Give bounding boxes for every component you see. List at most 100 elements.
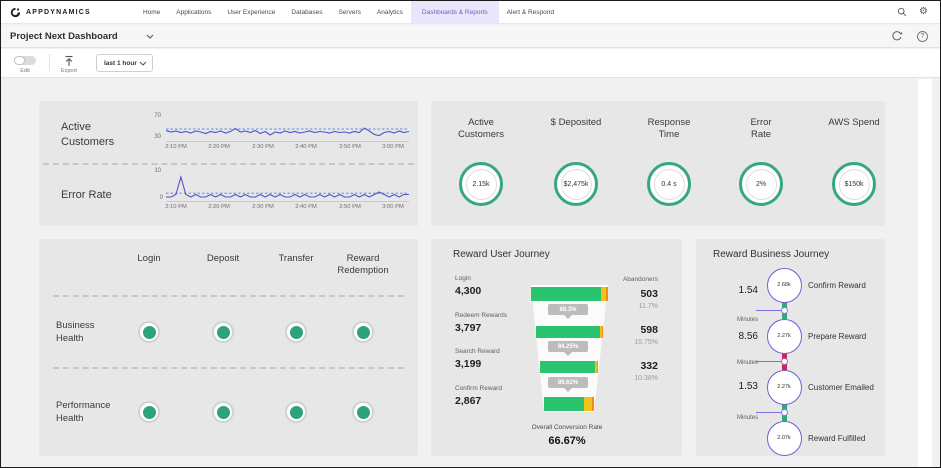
x-tick: 2:50 PM [339,204,361,210]
status-dot-performance-reward [352,401,374,423]
x-tick: 2:10 PM [165,204,187,210]
scrollbar[interactable] [918,79,932,467]
transition-time: 8.56 [738,331,758,342]
edit-toggle-knob[interactable] [14,56,25,65]
funnel-stage-value: 4,300 [455,285,482,297]
flow-step-value: 2.68k [777,282,791,288]
primary-nav: Home Applications User Experience Databa… [135,1,562,23]
matrix-column-login: Login [137,253,161,264]
active-customers-chart-label: Active Customers [61,121,115,148]
funnel-bar [544,397,594,411]
nav-item-databases[interactable]: Databases [283,1,330,23]
appdynamics-logo[interactable]: APPDYNAMICS [10,7,91,18]
nav-item-applications[interactable]: Applications [168,1,219,23]
nav-item-analytics[interactable]: Analytics [369,1,411,23]
reward-user-journey-panel: Reward User Journey Login 4,300 Redeem R… [431,239,682,456]
funnel-stage-label: Confirm Reward [455,385,502,392]
flow-step-circle: 2.07k [766,420,802,456]
abandoners-percent: 11.7% [638,303,658,310]
error-rate-chart-label: Error Rate [61,189,112,201]
kpi-gauge-ring: 0.4 s [647,162,691,206]
navbar-right-icons: ⚙ [897,7,928,17]
kpi-error-rate: Error Rate 2% [716,101,806,226]
edit-toggle-label: Edit [20,68,30,74]
x-tick: 2:20 PM [208,144,230,150]
matrix-divider [53,367,404,369]
x-axis-ticks: 2:10 PM 2:20 PM 2:30 PM 2:40 PM 2:50 PM … [165,204,409,212]
flow-tick-line [756,310,782,311]
dashboard-title: Project Next Dashboard [10,30,118,42]
matrix-row-performance-health: Performance Health [56,400,111,424]
edit-toggle[interactable] [14,56,36,65]
dashboard-toolbar: Edit Export last 1 hour [1,49,940,78]
transition-time: 1.53 [738,381,758,392]
flow-step-label: Prepare Reward [808,332,867,341]
time-range-value: last 1 hour [104,59,137,67]
refresh-icon[interactable] [891,30,903,42]
overall-conversion-label: Overall Conversion Rate [531,424,603,431]
reward-business-journey-panel: Reward Business Journey 2.68k 2.27k 2.27… [696,239,885,456]
kpi-response-time: Response Time 0.4 s [624,101,714,226]
dashboard-title-chevron-down-icon[interactable] [146,34,154,39]
abandoners-count: 503 [640,288,658,300]
gear-icon[interactable]: ⚙ [919,7,928,17]
active-customers-sparkline-chart [166,127,409,137]
toolbar-divider [49,54,50,71]
funnel-stage-value: 3,797 [455,322,482,334]
x-tick: 2:10 PM [165,144,187,150]
time-range-select[interactable]: last 1 hour [96,54,153,72]
flow-midpoint-node [780,307,788,314]
nav-item-home[interactable]: Home [135,1,168,23]
flow-step-value: 2.07k [777,435,791,441]
kpi-gauge-ring: $150k [832,162,876,206]
flow-step-value: 2.27k [777,384,791,390]
kpi-inner-ring: 2% [745,168,777,200]
y-axis-min-tick: 0 [159,195,163,201]
kpi-active-customers: Active Customers 2.15k [436,101,526,226]
kpi-inner-ring: $2,475k [560,168,592,200]
flow-midpoint-node [780,358,788,365]
abandoners-count: 332 [640,360,658,372]
help-icon[interactable]: ? [917,30,928,42]
kpi-value: 0.4 s [661,180,677,188]
abandoners-header: Abandoners [622,276,658,283]
x-tick: 2:40 PM [295,204,317,210]
error-rate-sparkline-chart [166,174,409,198]
x-tick: 2:20 PM [208,204,230,210]
conversion-badge: 88.3% [548,304,588,315]
flow-step-circle: 2.68k [766,267,802,303]
dashboard-title-bar: Project Next Dashboard ? [1,25,940,48]
kpi-value: $150k [844,180,864,188]
kpi-label: Error Rate [750,117,772,141]
abandoners-count: 598 [640,324,658,336]
x-tick: 2:30 PM [252,204,274,210]
kpi-value: $2,475k [563,180,589,188]
funnel-stage-label: Login [455,275,471,282]
abandoners-percent: 10.38% [634,375,658,382]
nav-item-servers[interactable]: Servers [330,1,368,23]
trend-charts-panel: Active Customers 70 30 2:10 PM 2:20 PM 2… [39,101,418,226]
panel-divider [43,163,414,165]
nav-item-user-experience[interactable]: User Experience [219,1,283,23]
export-button[interactable] [63,55,75,67]
flow-step-label: Confirm Reward [808,281,866,290]
kpi-value: 2% [755,180,767,188]
status-dot-performance-transfer [285,401,307,423]
status-dot-business-transfer [285,321,307,343]
nav-item-dashboards-reports[interactable]: Dashboards & Reports [410,1,499,23]
kpi-aws-spend: AWS Spend $150k [809,101,885,226]
search-icon[interactable] [897,7,907,17]
flow-tick-line [756,361,782,362]
transition-unit: Minutes [736,317,758,323]
kpi-gauge-ring: $2,475k [554,162,598,206]
transition-time: 1.54 [738,285,758,296]
funnel-stage-label: Search Reward [455,348,500,355]
kpi-label: Active Customers [458,117,504,141]
export-button-label: Export [61,68,77,74]
x-tick: 2:30 PM [252,144,274,150]
kpi-deposited: $ Deposited $2,475k [531,101,621,226]
nav-item-alert-respond[interactable]: Alert & Respond [499,1,562,23]
funnel-stage-value: 3,199 [455,358,482,370]
matrix-divider [53,295,404,297]
status-dot-performance-deposit [212,401,234,423]
